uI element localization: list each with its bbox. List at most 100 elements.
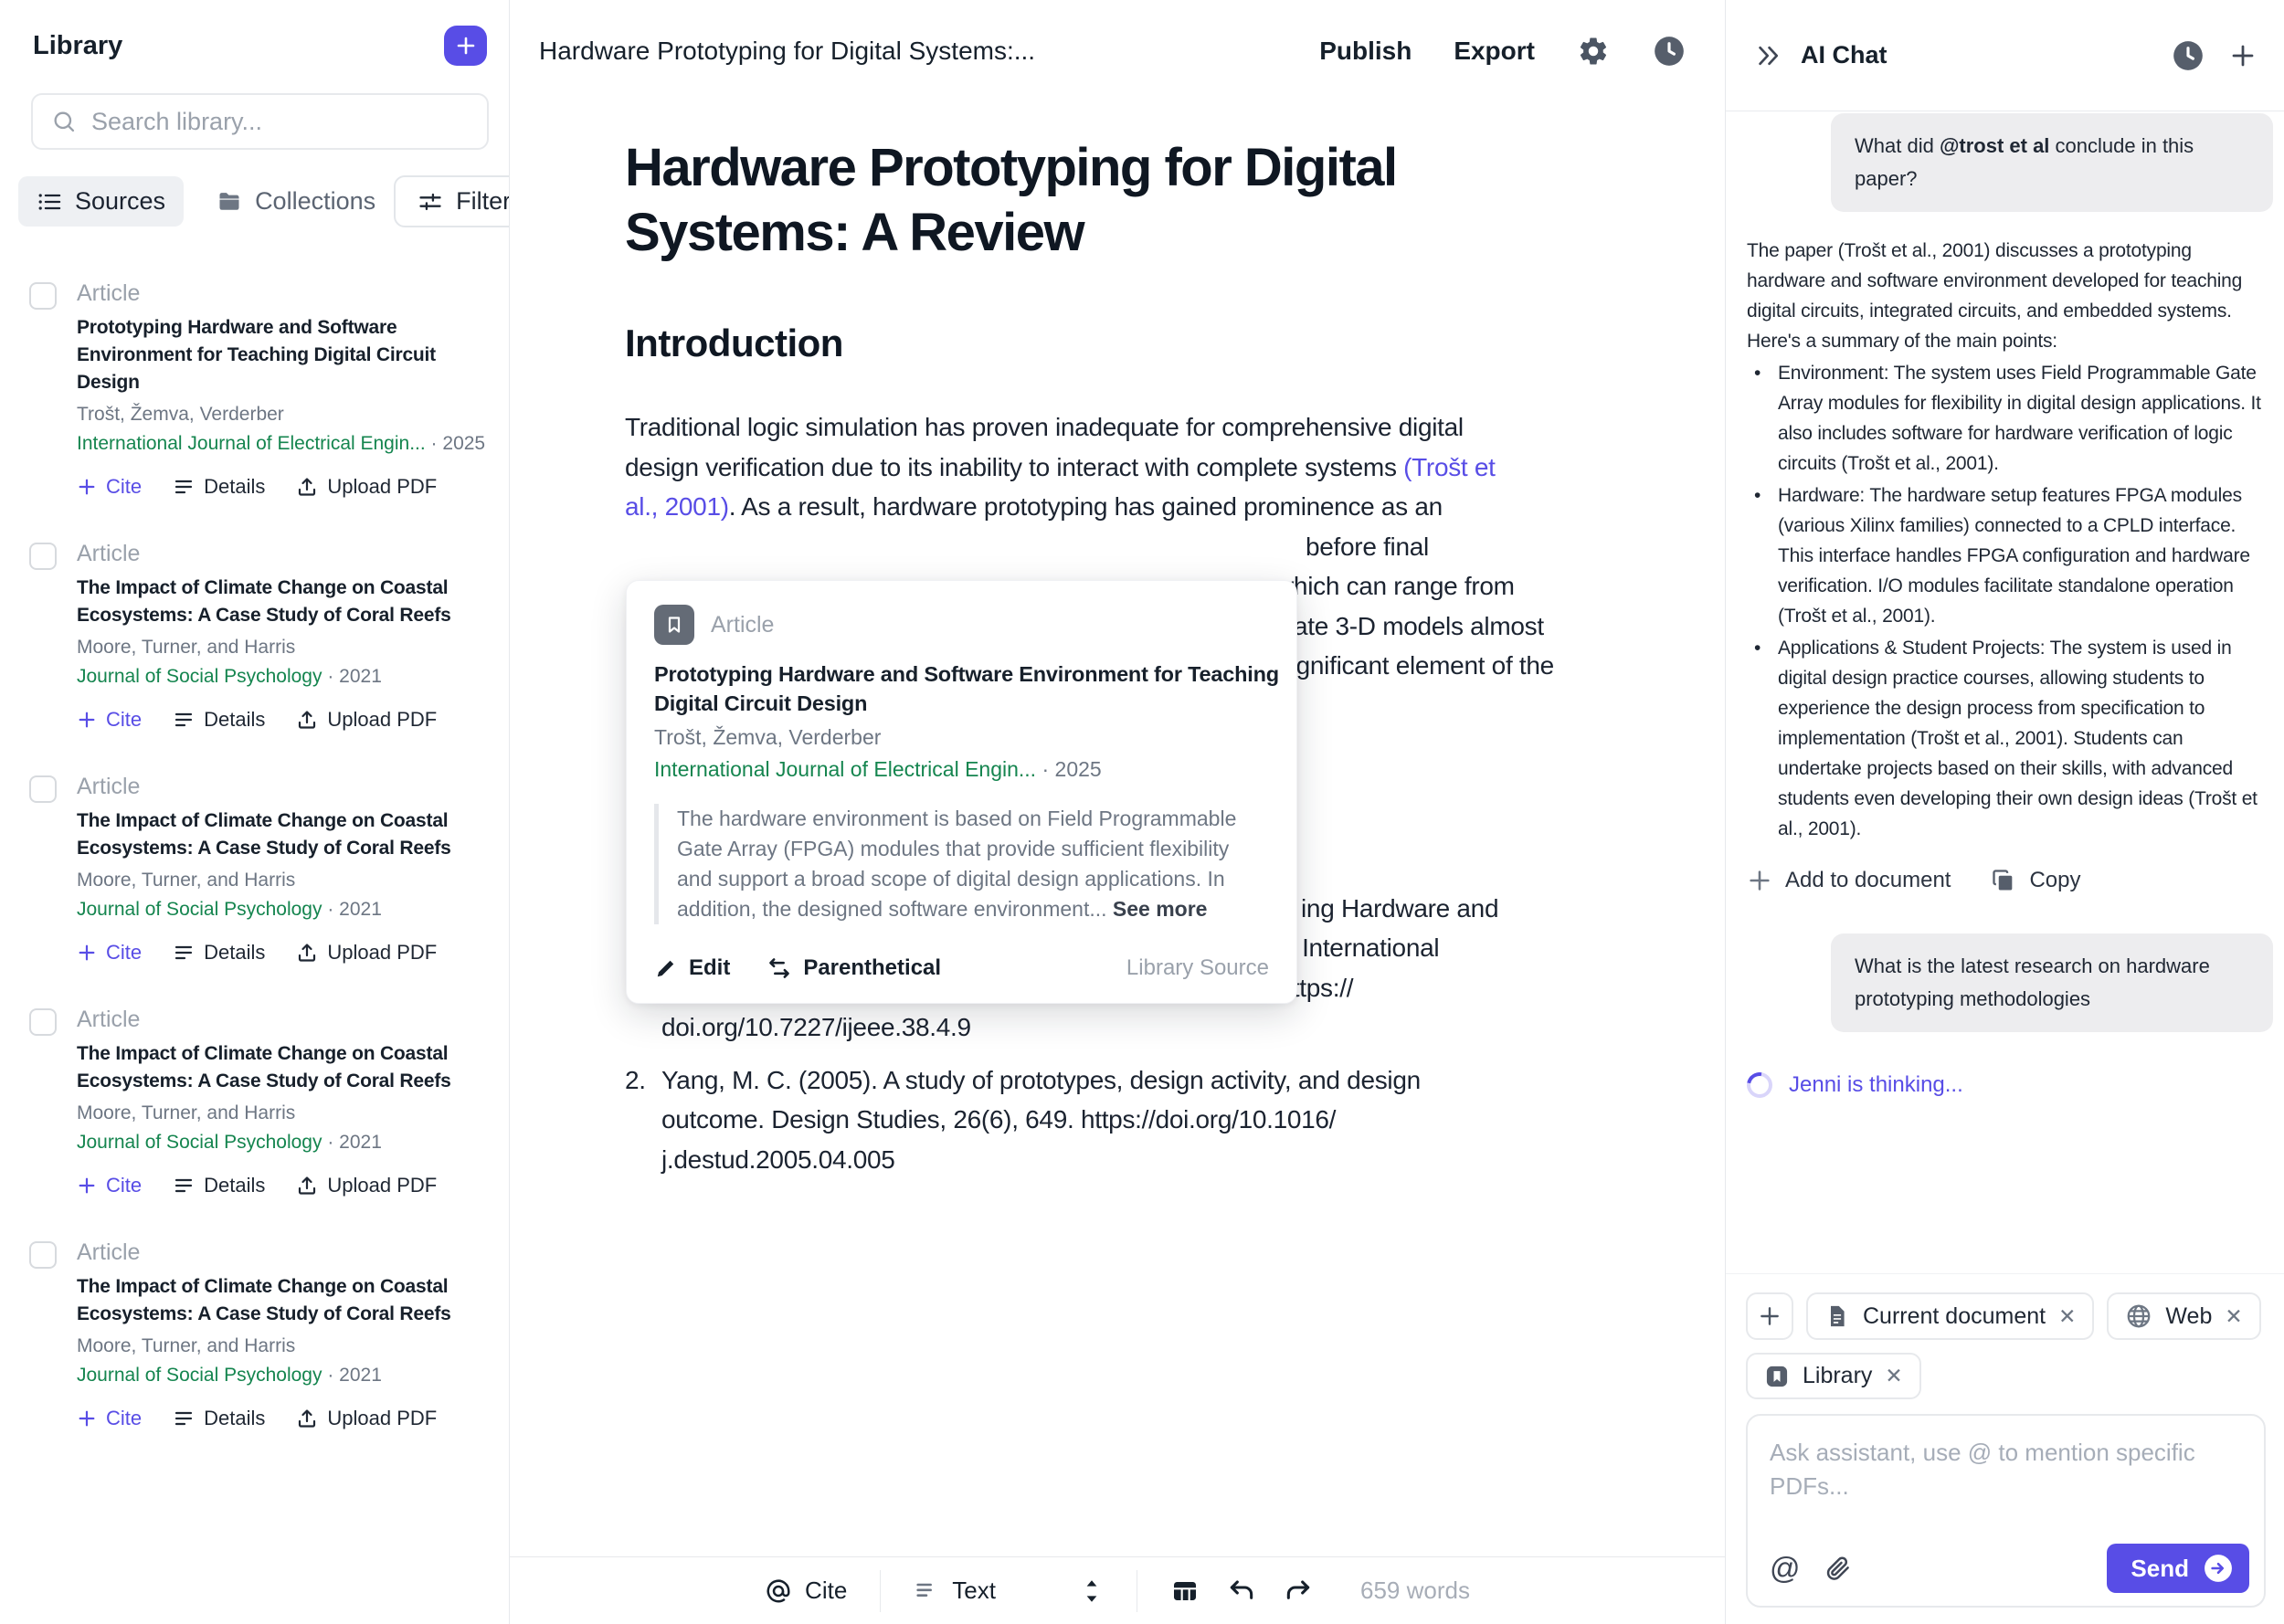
source-card: Article The Impact of Climate Change on …: [0, 1218, 509, 1450]
source-checkbox[interactable]: [29, 543, 57, 570]
details-icon: [173, 942, 195, 964]
source-authors: Trošt, Žemva, Verderber: [77, 402, 485, 427]
details-button[interactable]: Details: [173, 1407, 265, 1430]
upload-pdf-button[interactable]: Upload PDF: [296, 708, 437, 732]
folder-icon: [217, 189, 242, 215]
upload-pdf-button[interactable]: Upload PDF: [296, 1174, 437, 1197]
popup-source-journal: International Journal of Electrical Engi…: [654, 757, 1036, 781]
cite-button[interactable]: Cite: [77, 941, 142, 965]
upload-pdf-button[interactable]: Upload PDF: [296, 941, 437, 965]
upload-pdf-button[interactable]: Upload PDF: [296, 1407, 437, 1430]
at-cite-icon: [765, 1577, 792, 1605]
cite-button[interactable]: Cite: [77, 475, 142, 499]
popup-abstract-quote: The hardware environment is based on Fie…: [654, 804, 1269, 924]
new-chat-plus-icon[interactable]: [2229, 42, 2257, 69]
chat-input-area: Current document ✕ Web ✕ Library ✕ @: [1726, 1273, 2284, 1624]
chat-input[interactable]: [1748, 1416, 2264, 1534]
chevron-updown-icon[interactable]: [1080, 1577, 1104, 1605]
see-more-link[interactable]: See more: [1113, 897, 1208, 921]
source-journal: Journal of Social Psychology: [77, 899, 322, 920]
filter-button[interactable]: Filter: [394, 175, 510, 227]
send-button[interactable]: Send: [2107, 1544, 2249, 1593]
details-button[interactable]: Details: [173, 941, 265, 965]
details-button[interactable]: Details: [173, 1174, 265, 1197]
tab-collections-label: Collections: [255, 187, 375, 216]
chip-current-document[interactable]: Current document ✕: [1806, 1292, 2094, 1340]
ai-chat-panel: AI Chat What did @trost et al conclude i…: [1726, 0, 2284, 1624]
add-source-button[interactable]: [444, 26, 487, 66]
app-window: Library Sources Collections: [0, 0, 2284, 1624]
pencil-icon: [654, 956, 678, 980]
upload-icon: [296, 942, 318, 964]
source-title: The Impact of Climate Change on Coastal …: [77, 807, 485, 862]
source-year: 2021: [339, 666, 382, 687]
history-clock-icon[interactable]: [1652, 34, 1687, 69]
source-checkbox[interactable]: [29, 1241, 57, 1269]
chip-library[interactable]: Library ✕: [1746, 1353, 1921, 1399]
undo-icon[interactable]: [1227, 1577, 1256, 1606]
source-type-label: Article: [77, 280, 485, 307]
popup-source-year: 2025: [1055, 757, 1102, 781]
library-source-label: Library Source: [1126, 955, 1269, 981]
ai-bullet-list: Environment: The system uses Field Progr…: [1747, 358, 2269, 844]
add-to-document-button[interactable]: Add to document: [1747, 868, 1951, 893]
citation-link[interactable]: al., 2001): [625, 492, 729, 521]
upload-icon: [296, 1408, 318, 1429]
toolbar-cite-button[interactable]: Cite: [765, 1577, 847, 1605]
library-search: [31, 93, 489, 150]
tab-sources-label: Sources: [75, 187, 165, 216]
source-checkbox[interactable]: [29, 1008, 57, 1036]
collapse-chevrons-icon[interactable]: [1755, 42, 1782, 69]
upload-pdf-button[interactable]: Upload PDF: [296, 475, 437, 499]
chat-title: AI Chat: [1801, 41, 1887, 69]
remove-chip-icon[interactable]: ✕: [2225, 1304, 2242, 1329]
cite-button[interactable]: Cite: [77, 708, 142, 732]
copy-button[interactable]: Copy: [1991, 868, 2080, 893]
remove-chip-icon[interactable]: ✕: [1885, 1364, 1902, 1388]
chat-messages[interactable]: What did @trost et al conclude in this p…: [1726, 111, 2284, 1273]
publish-button[interactable]: Publish: [1319, 37, 1412, 66]
chat-history-clock-icon[interactable]: [2171, 38, 2205, 73]
source-checkbox[interactable]: [29, 282, 57, 310]
edit-citation-button[interactable]: Edit: [654, 955, 730, 981]
reference-item: 2.Yang, M. C. (2005). A study of prototy…: [625, 1060, 1725, 1180]
source-year: 2021: [339, 1132, 382, 1153]
mention-at-icon[interactable]: @: [1770, 1551, 1801, 1586]
export-button[interactable]: Export: [1454, 37, 1535, 66]
source-type-label: Article: [77, 1239, 485, 1266]
remove-chip-icon[interactable]: ✕: [2058, 1304, 2076, 1329]
popup-source-type: Article: [711, 612, 774, 638]
source-checkbox[interactable]: [29, 775, 57, 803]
user-message: What did @trost et al conclude in this p…: [1831, 113, 2273, 212]
chip-web[interactable]: Web ✕: [2107, 1292, 2260, 1340]
details-button[interactable]: Details: [173, 708, 265, 732]
details-button[interactable]: Details: [173, 475, 265, 499]
tab-sources[interactable]: Sources: [18, 176, 184, 227]
send-arrow-icon: [2204, 1554, 2233, 1583]
globe-icon: [2125, 1302, 2152, 1330]
source-title: Prototyping Hardware and Software Enviro…: [77, 314, 485, 396]
editor-header: Hardware Prototyping for Digital Systems…: [510, 0, 1725, 102]
search-input[interactable]: [91, 108, 469, 136]
settings-gear-icon[interactable]: [1577, 35, 1610, 68]
details-icon: [173, 1408, 195, 1429]
insert-table-icon[interactable]: [1170, 1577, 1200, 1606]
redo-icon[interactable]: [1284, 1577, 1313, 1606]
search-icon: [51, 109, 77, 134]
plus-icon: [77, 477, 97, 497]
citation-link[interactable]: (Trošt et: [1403, 453, 1496, 481]
spinner-icon: [1742, 1068, 1778, 1103]
parenthetical-toggle-button[interactable]: Parenthetical: [767, 955, 941, 981]
tab-collections[interactable]: Collections: [198, 176, 394, 227]
ai-bullet: Applications & Student Projects: The sys…: [1747, 633, 2269, 844]
toolbar-text-style-button[interactable]: Text: [914, 1577, 996, 1605]
source-title: The Impact of Climate Change on Coastal …: [77, 1040, 485, 1095]
upload-icon: [296, 476, 318, 498]
popup-source-authors: Trošt, Žemva, Verderber: [654, 725, 1269, 750]
add-context-chip-button[interactable]: [1746, 1292, 1793, 1340]
plus-icon: [1758, 1304, 1782, 1328]
cite-button[interactable]: Cite: [77, 1407, 142, 1430]
upload-icon: [296, 709, 318, 731]
cite-button[interactable]: Cite: [77, 1174, 142, 1197]
attachment-paperclip-icon[interactable]: [1824, 1555, 1852, 1582]
